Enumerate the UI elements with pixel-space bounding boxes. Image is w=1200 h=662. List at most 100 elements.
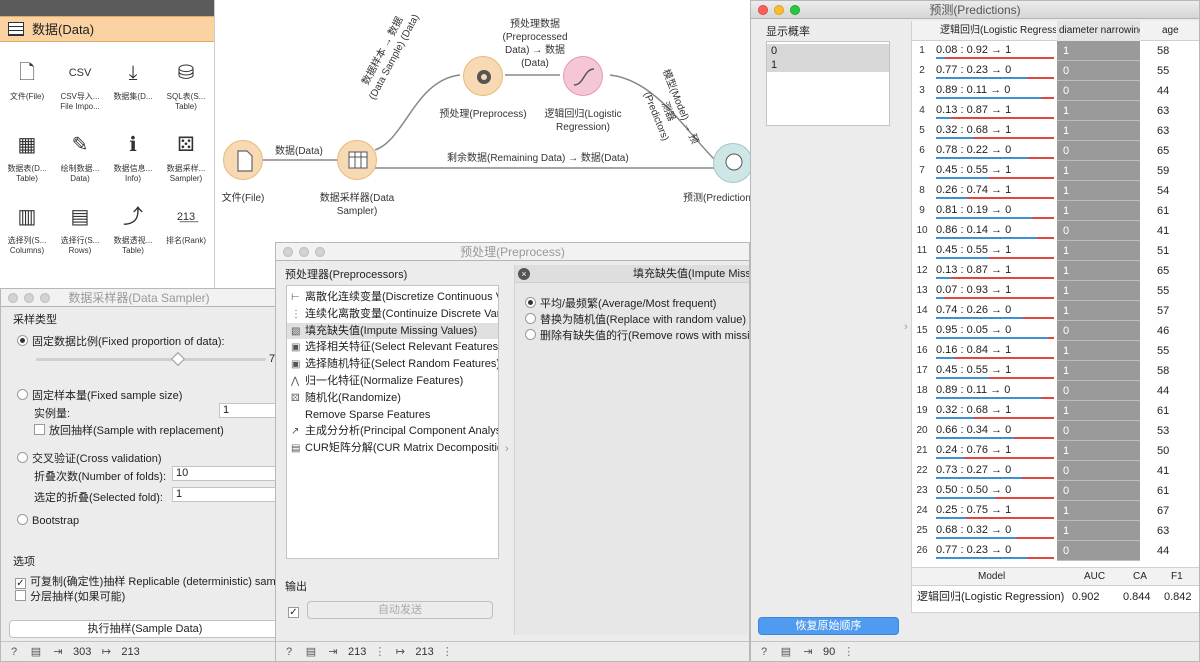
splitter-handle[interactable]: ›: [505, 443, 509, 455]
prob-bar-class0: [936, 417, 974, 419]
selected-fold-input[interactable]: 1: [172, 487, 277, 502]
report-icon[interactable]: ▤: [779, 645, 793, 658]
preprocessor-item[interactable]: ↗ 主成分分析(Principal Component Analysi: [287, 423, 498, 440]
impute-radio-remove[interactable]: 删除有缺失值的行(Remove rows with missi: [525, 327, 749, 343]
target-cell: 1: [1057, 401, 1140, 421]
slider-thumb[interactable]: [170, 351, 186, 367]
category-data[interactable]: 数据(Data): [0, 16, 214, 42]
predictions-titlebar[interactable]: 预测(Predictions): [751, 1, 1199, 19]
preprocessor-item[interactable]: ▤ CUR矩阵分解(CUR Matrix Decompositio: [287, 440, 498, 457]
column-header-target[interactable]: diameter narrowing: [1057, 21, 1140, 41]
table-row[interactable]: 8 0.26 : 0.74 → 1 1 54: [912, 181, 1199, 201]
radio-bootstrap[interactable]: Bootstrap: [17, 514, 79, 527]
close-window-button[interactable]: [758, 5, 768, 15]
table-row[interactable]: 14 0.74 : 0.26 → 0 1 57: [912, 301, 1199, 321]
predictions-table[interactable]: 逻辑回归(Logistic Regressio diameter narrowi…: [911, 21, 1199, 567]
toolbox-widget[interactable]: ⛁ SQL表(S... Table): [164, 58, 208, 112]
column-header-model[interactable]: 逻辑回归(Logistic Regressio: [936, 21, 1056, 41]
instances-input[interactable]: 1: [219, 403, 277, 418]
sampler-titlebar[interactable]: 数据采样器(Data Sampler): [1, 289, 277, 307]
link-label-preprocessed: 预处理数据 (Preprocessed Data) → 数据 (Data): [502, 19, 568, 69]
toolbox-widget[interactable]: ⤴ 数据透视... Table): [111, 202, 155, 256]
table-row[interactable]: 13 0.07 : 0.93 → 1 1 55: [912, 281, 1199, 301]
class-item-0[interactable]: 0: [767, 44, 889, 58]
sample-data-button[interactable]: 执行抽样(Sample Data): [9, 620, 277, 638]
help-icon[interactable]: ?: [282, 646, 296, 658]
table-row[interactable]: 17 0.45 : 0.55 → 1 1 58: [912, 361, 1199, 381]
restore-order-button[interactable]: 恢复原始顺序: [758, 617, 899, 635]
replacement-checkbox[interactable]: 放回抽样(Sample with replacement): [34, 422, 224, 438]
help-icon[interactable]: ?: [7, 646, 21, 658]
preprocessor-item[interactable]: ▣ 选择随机特征(Select Random Features): [287, 356, 498, 373]
table-row[interactable]: 23 0.50 : 0.50 → 0 0 61: [912, 481, 1199, 501]
toolbox-widget[interactable]: ▦ 数据表(D... Table): [5, 130, 49, 184]
table-row[interactable]: 21 0.24 : 0.76 → 1 1 50: [912, 441, 1199, 461]
toolbox-widget[interactable]: ▤ 选择行(S... Rows): [58, 202, 102, 256]
table-row[interactable]: 15 0.95 : 0.05 → 0 0 46: [912, 321, 1199, 341]
table-row[interactable]: 26 0.77 : 0.23 → 0 0 44: [912, 541, 1199, 561]
help-icon[interactable]: ?: [757, 646, 771, 658]
table-row[interactable]: 6 0.78 : 0.22 → 0 0 65: [912, 141, 1199, 161]
table-row[interactable]: 20 0.66 : 0.34 → 0 0 53: [912, 421, 1199, 441]
preprocessor-item[interactable]: ⚄ 随机化(Randomize): [287, 390, 498, 407]
table-row[interactable]: 24 0.25 : 0.75 → 1 1 67: [912, 501, 1199, 521]
toolbox-widget[interactable]: 🗋 文件(File): [5, 58, 49, 102]
class-list[interactable]: 0 1: [766, 41, 890, 126]
zoom-window-button[interactable]: [790, 5, 800, 15]
table-row[interactable]: 1 0.08 : 0.92 → 1 1 58: [912, 41, 1199, 61]
impute-radio-average[interactable]: 平均/最频繁(Average/Most frequent): [525, 295, 716, 311]
table-row[interactable]: 25 0.68 : 0.32 → 0 1 63: [912, 521, 1199, 541]
table-row[interactable]: 16 0.16 : 0.84 → 1 1 55: [912, 341, 1199, 361]
toolbox-widget[interactable]: ⚄ 数据采样... Sampler): [164, 130, 208, 184]
predictions-node[interactable]: [713, 143, 753, 183]
preprocessor-item[interactable]: ⋮ 连续化离散变量(Continuize Discrete Varia: [287, 306, 498, 323]
row-number: 8: [919, 185, 925, 196]
report-icon[interactable]: ▤: [29, 645, 43, 658]
age-cell: 63: [1157, 105, 1170, 117]
column-header-age[interactable]: age: [1162, 21, 1179, 41]
table-row[interactable]: 4 0.13 : 0.87 → 1 1 63: [912, 101, 1199, 121]
table-row[interactable]: 2 0.77 : 0.23 → 0 0 55: [912, 61, 1199, 81]
toolbox-widget[interactable]: ✎ 绘制数据... Data): [58, 130, 102, 184]
class-item-1[interactable]: 1: [767, 58, 889, 72]
table-row[interactable]: 3 0.89 : 0.11 → 0 0 44: [912, 81, 1199, 101]
proportion-slider[interactable]: [36, 351, 266, 367]
sampler-node[interactable]: [337, 140, 377, 180]
auto-send-button[interactable]: 自动发送: [307, 601, 493, 619]
radio-fixed-proportion[interactable]: 固定数据比例(Fixed proportion of data):: [17, 333, 225, 349]
preprocessor-item[interactable]: ▣ 选择相关特征(Select Relevant Features): [287, 339, 498, 356]
close-icon[interactable]: ×: [518, 268, 530, 280]
table-row[interactable]: 10 0.86 : 0.14 → 0 0 41: [912, 221, 1199, 241]
report-icon[interactable]: ▤: [304, 645, 318, 658]
preprocessor-item[interactable]: ▧ 填充缺失值(Impute Missing Values): [287, 322, 498, 340]
impute-radio-random[interactable]: 替换为随机值(Replace with random value): [525, 311, 746, 327]
folds-input[interactable]: 10: [172, 466, 277, 481]
preprocessor-item[interactable]: ⋀ 归一化特征(Normalize Features): [287, 373, 498, 390]
preprocess-node-label: 预处理(Preprocess): [439, 109, 527, 120]
preprocessors-list[interactable]: ⊢ 离散化连续变量(Discretize Continuous Va ⋮ 连续化离散变…: [286, 285, 499, 559]
table-row[interactable]: 5 0.32 : 0.68 → 1 1 63: [912, 121, 1199, 141]
panel-splitter[interactable]: ›: [904, 321, 908, 333]
toolbox-widget[interactable]: 2̲1̲3̲ 排名(Rank): [164, 202, 208, 246]
stratify-checkbox[interactable]: 分层抽样(如果可能): [15, 588, 125, 604]
preprocessor-item[interactable]: Remove Sparse Features: [287, 407, 498, 424]
replicable-checkbox[interactable]: ✓ 可复制(确定性)抽样 Replicable (deterministic) s…: [15, 573, 276, 589]
table-row[interactable]: 9 0.81 : 0.19 → 0 1 61: [912, 201, 1199, 221]
minimize-window-button[interactable]: [774, 5, 784, 15]
preprocess-titlebar[interactable]: 预处理(Preprocess): [276, 243, 749, 261]
file-node[interactable]: [223, 140, 263, 180]
table-row[interactable]: 19 0.32 : 0.68 → 1 1 61: [912, 401, 1199, 421]
table-row[interactable]: 22 0.73 : 0.27 → 0 0 41: [912, 461, 1199, 481]
toolbox-widget[interactable]: CSV CSV导入... File Impo...: [58, 58, 102, 112]
toolbox-widget[interactable]: ▥ 选择列(S... Columns): [5, 202, 49, 256]
radio-fixed-size[interactable]: 固定样本量(Fixed sample size): [17, 387, 182, 403]
table-row[interactable]: 11 0.45 : 0.55 → 1 1 51: [912, 241, 1199, 261]
auto-send-checkbox[interactable]: ✓: [288, 605, 303, 618]
radio-cross-validation[interactable]: 交叉验证(Cross validation): [17, 450, 162, 466]
table-row[interactable]: 7 0.45 : 0.55 → 1 1 59: [912, 161, 1199, 181]
table-row[interactable]: 18 0.89 : 0.11 → 0 0 44: [912, 381, 1199, 401]
toolbox-widget[interactable]: ℹ 数据信息... Info): [111, 130, 155, 184]
toolbox-widget[interactable]: ⤓ 数据集(D...: [111, 58, 155, 102]
preprocessor-item[interactable]: ⊢ 离散化连续变量(Discretize Continuous Va: [287, 289, 498, 306]
table-row[interactable]: 12 0.13 : 0.87 → 1 1 65: [912, 261, 1199, 281]
